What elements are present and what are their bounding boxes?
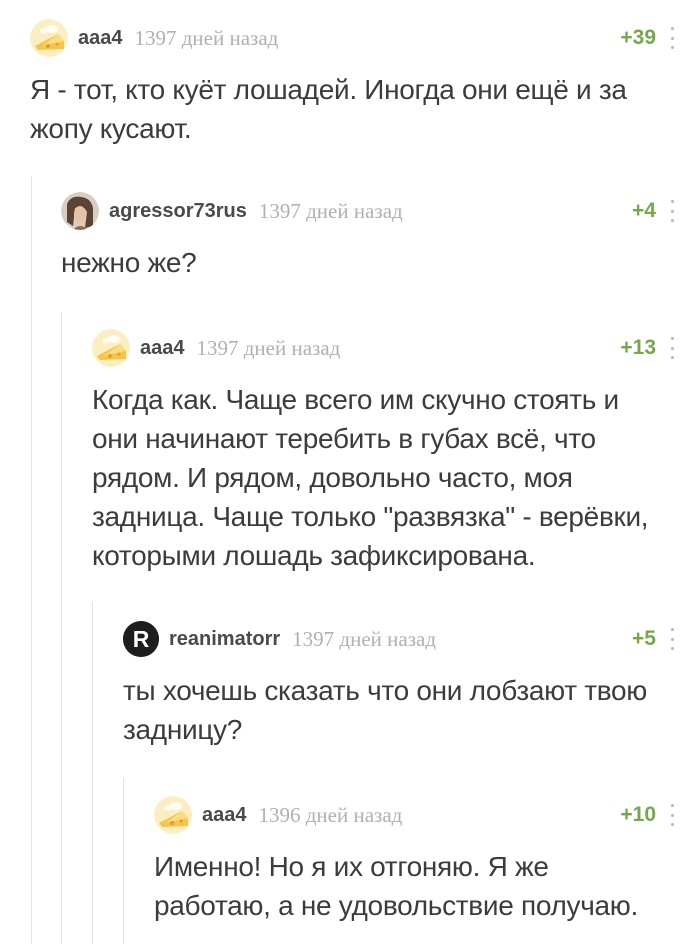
more-icon[interactable]: [668, 628, 676, 650]
thread-line[interactable]: [61, 312, 62, 944]
user-photo-icon[interactable]: [61, 192, 99, 230]
comment-text: нежно же?: [61, 247, 197, 278]
comment: aaa4 1397 дней назад +13 Когда как. Чаще…: [92, 328, 700, 575]
cheese-icon[interactable]: [154, 796, 192, 834]
letter-r-avatar-icon[interactable]: R: [123, 621, 159, 657]
username[interactable]: aaa4: [202, 804, 247, 827]
more-icon[interactable]: [668, 27, 676, 49]
cheese-icon[interactable]: [92, 329, 130, 367]
cheese-icon[interactable]: [30, 19, 68, 57]
timestamp[interactable]: 1397 дней назад: [197, 336, 341, 361]
comment-header: aaa4 1397 дней назад: [30, 18, 700, 58]
timestamp[interactable]: 1397 дней назад: [292, 627, 436, 652]
comment-text: ты хочешь сказать что они лобзают твою з…: [123, 675, 647, 745]
comment: R reanimatorr 1397 дней назад +5 ты хоче…: [123, 619, 700, 749]
username[interactable]: aaa4: [140, 337, 185, 360]
thread-line[interactable]: [92, 602, 93, 944]
timestamp[interactable]: 1397 дней назад: [135, 26, 279, 51]
comment-text: Когда как. Чаще всего им скучно стоять и…: [92, 384, 649, 571]
thread-line[interactable]: [31, 176, 32, 944]
thread-line[interactable]: [123, 778, 124, 944]
comment-header: R reanimatorr 1397 дней назад: [123, 619, 700, 659]
comment-text: Именно! Но я их отгоняю. Я же работаю, а…: [154, 851, 638, 921]
more-icon[interactable]: [668, 200, 676, 222]
svg-text:R: R: [133, 626, 150, 652]
letter-r-icon: R: [123, 621, 159, 657]
more-icon[interactable]: [668, 804, 676, 826]
username[interactable]: aaa4: [78, 27, 123, 50]
comment-text: Я - тот, кто куёт лошадей. Иногда они ещ…: [30, 74, 627, 144]
more-icon[interactable]: [668, 337, 676, 359]
timestamp[interactable]: 1397 дней назад: [259, 199, 403, 224]
timestamp[interactable]: 1396 дней назад: [259, 803, 403, 828]
rating: +10: [620, 803, 656, 826]
comment-header: aaa4 1396 дней назад: [154, 795, 700, 835]
rating: +13: [620, 336, 656, 359]
comment: agressor73rus 1397 дней назад +4 нежно ж…: [61, 191, 700, 282]
username[interactable]: reanimatorr: [169, 628, 280, 651]
comment-header: aaa4 1397 дней назад: [92, 328, 700, 368]
comment: aaa4 1397 дней назад +39 Я - тот, кто ку…: [30, 18, 700, 148]
comment-header: agressor73rus 1397 дней назад: [61, 191, 700, 231]
rating: +39: [620, 26, 656, 49]
comment: aaa4 1396 дней назад +10 Именно! Но я их…: [154, 795, 700, 925]
rating: +5: [632, 627, 656, 650]
username[interactable]: agressor73rus: [109, 200, 247, 223]
rating: +4: [632, 199, 656, 222]
